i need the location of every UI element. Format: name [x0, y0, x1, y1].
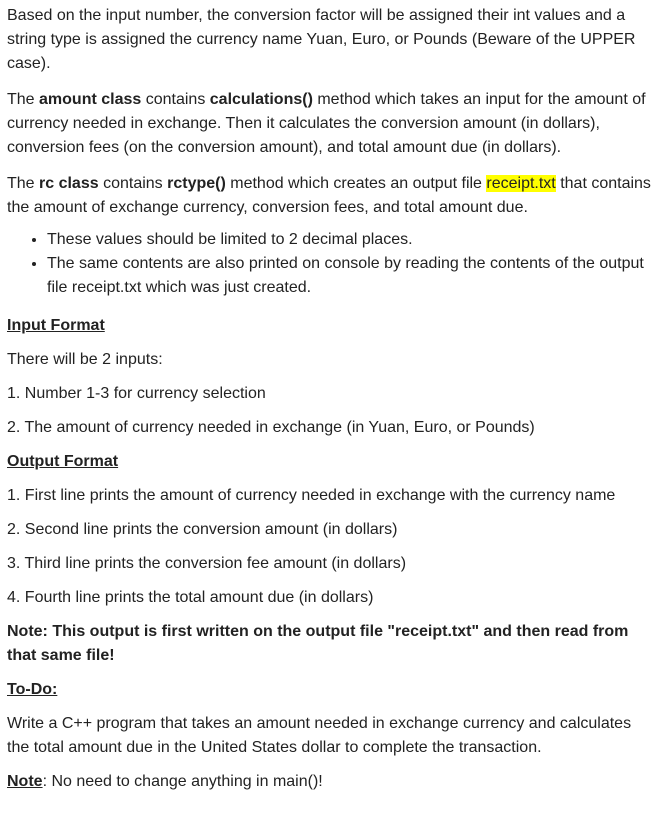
details-bullet-list: These values should be limited to 2 deci… — [7, 228, 655, 300]
output-format-line: 3. Third line prints the conversion fee … — [7, 555, 407, 572]
input-format-heading: Input Format — [7, 317, 105, 334]
output-format-line: 1. First line prints the amount of curre… — [7, 487, 616, 504]
rctype-method-term: rctype() — [167, 175, 226, 192]
rc-class-term: rc class — [39, 175, 99, 192]
output-format-line: 4. Fourth line prints the total amount d… — [7, 589, 374, 606]
output-note: Note: This output is first written on th… — [7, 623, 629, 664]
intro-paragraph-3: The rc class contains rctype() method wh… — [7, 172, 655, 220]
final-note-text: : No need to change anything in main()! — [42, 773, 323, 790]
input-format-line: There will be 2 inputs: — [7, 351, 163, 368]
intro-paragraph-1: Based on the input number, the conversio… — [7, 7, 636, 72]
p2-text-mid: contains — [141, 91, 210, 108]
p3-text-mid: contains — [98, 175, 168, 192]
amount-class-term: amount class — [39, 91, 142, 108]
problem-description: Based on the input number, the conversio… — [0, 0, 655, 794]
todo-heading: To-Do: — [7, 681, 58, 698]
p2-text-pre: The — [7, 91, 40, 108]
output-format-heading: Output Format — [7, 453, 119, 470]
calculations-method-term: calculations() — [209, 91, 313, 108]
final-note-label: Note — [7, 773, 43, 790]
input-format-line: 2. The amount of currency needed in exch… — [7, 419, 535, 436]
intro-paragraph-2: The amount class contains calculations()… — [7, 88, 655, 160]
receipt-file-highlight: receipt.txt — [486, 175, 556, 192]
bullet-item: These values should be limited to 2 deci… — [47, 228, 655, 252]
final-note: Note: No need to change anything in main… — [7, 770, 655, 794]
bullet-item: The same contents are also printed on co… — [47, 252, 655, 300]
p3-text-pre: The — [7, 175, 40, 192]
p3-text-mid2: method which creates an output file — [225, 175, 487, 192]
input-format-line: 1. Number 1-3 for currency selection — [7, 385, 266, 402]
output-format-line: 2. Second line prints the conversion amo… — [7, 521, 398, 538]
todo-text: Write a C++ program that takes an amount… — [7, 715, 632, 756]
